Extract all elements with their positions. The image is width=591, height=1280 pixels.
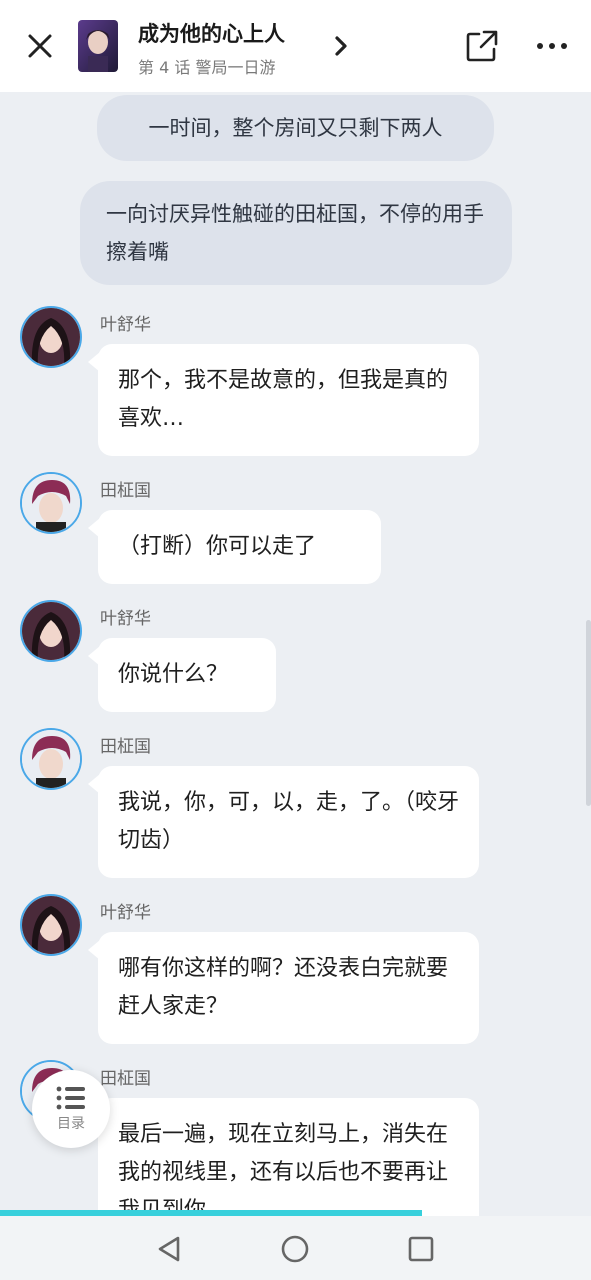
scrollbar[interactable] [586, 620, 591, 806]
narration-bubble: 一时间，整个房间又只剩下两人 [97, 95, 494, 161]
nav-back-button[interactable] [152, 1232, 186, 1266]
catalog-button[interactable]: 目录 [32, 1070, 110, 1148]
avatar-tianzhengguo[interactable] [20, 728, 82, 790]
nav-home-button[interactable] [278, 1232, 312, 1266]
chat-area[interactable]: 一时间，整个房间又只剩下两人 一向讨厌异性触碰的田柾国，不停的用手擦着嘴 叶舒华… [0, 92, 591, 1216]
message-bubble: 我说，你，可，以，走，了。（咬牙切齿） [88, 766, 479, 878]
system-nav-bar [0, 1216, 591, 1280]
sender-name: 田柾国 [100, 737, 151, 757]
avatar-yeshuhua[interactable] [20, 306, 82, 368]
top-bar: 成为他的心上人 第 4 话 警局一日游 [0, 0, 591, 92]
sender-name: 田柾国 [100, 481, 151, 501]
message-bubble: 你说什么？ [88, 638, 276, 712]
more-icon [537, 43, 567, 49]
sender-name: 叶舒华 [100, 315, 151, 335]
share-icon [466, 30, 498, 62]
close-icon [28, 34, 52, 58]
sender-name: 叶舒华 [100, 903, 151, 923]
home-circle-icon [281, 1235, 309, 1263]
back-triangle-icon [158, 1236, 180, 1262]
more-button[interactable] [534, 30, 570, 62]
sender-name: 叶舒华 [100, 609, 151, 629]
avatar-yeshuhua[interactable] [20, 600, 82, 662]
narration-bubble: 一向讨厌异性触碰的田柾国，不停的用手擦着嘴 [80, 181, 512, 285]
sender-name: 田柾国 [100, 1069, 151, 1089]
catalog-label: 目录 [57, 1116, 85, 1132]
message-bubble: 最后一遍，现在立刻马上，消失在我的视线里，还有以后也不要再让我见到你 [88, 1098, 479, 1216]
chevron-right-icon [335, 36, 347, 56]
nav-recent-button[interactable] [404, 1232, 438, 1266]
story-title[interactable]: 成为他的心上人 [138, 18, 285, 48]
share-button[interactable] [464, 28, 500, 64]
message-bubble: 哪有你这样的啊？还没表白完就要赶人家走？ [88, 932, 479, 1044]
message-bubble: 那个，我不是故意的，但我是真的喜欢… [88, 344, 479, 456]
close-button[interactable] [22, 28, 58, 64]
title-chevron[interactable] [328, 32, 354, 60]
avatar-tianzhengguo[interactable] [20, 472, 82, 534]
story-cover[interactable] [78, 20, 118, 72]
list-icon [56, 1086, 85, 1110]
message-bubble: （打断）你可以走了 [88, 510, 381, 584]
chapter-subtitle: 第 4 话 警局一日游 [138, 58, 276, 77]
avatar-yeshuhua[interactable] [20, 894, 82, 956]
recent-square-icon [408, 1236, 434, 1262]
